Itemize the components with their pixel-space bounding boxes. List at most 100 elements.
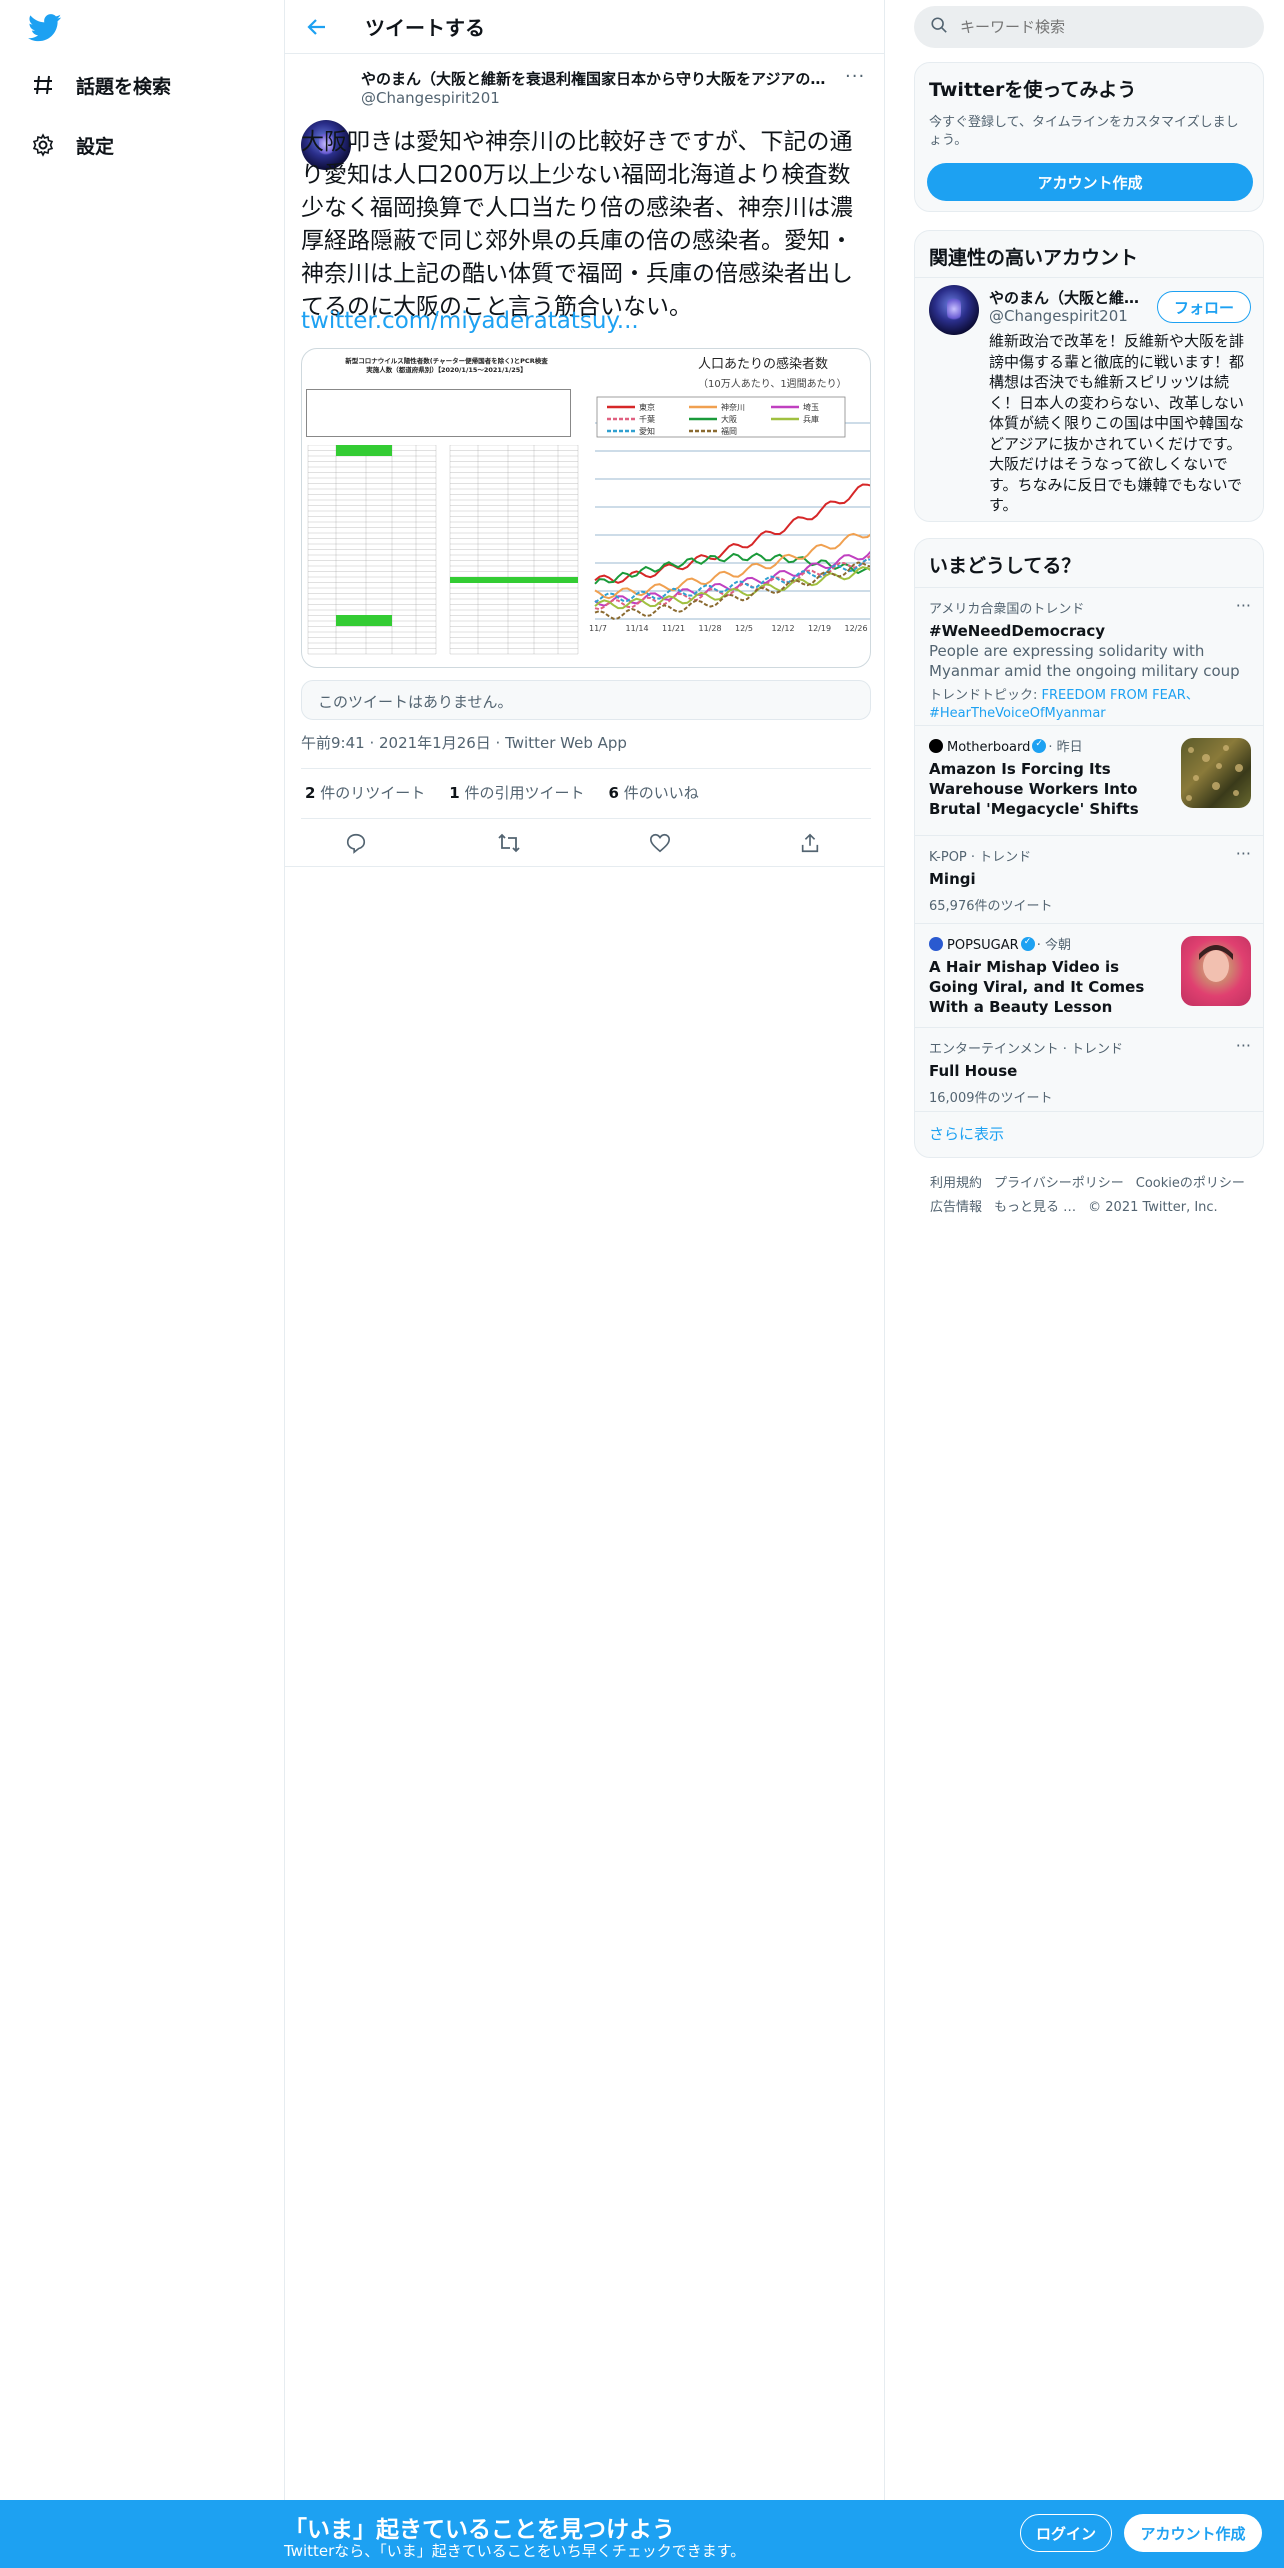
- quotes-label: 件の引用ツイート: [464, 784, 585, 802]
- trend-name: Mingi: [929, 870, 976, 888]
- search-input[interactable]: [960, 18, 1240, 36]
- trend-item[interactable]: K-POP · トレンド ··· Mingi 65,976件のツイート: [915, 835, 1263, 919]
- nav-settings[interactable]: 設定: [28, 117, 114, 173]
- nav-explore-label: 話題を検索: [76, 75, 172, 98]
- x-tick-label: 12/12: [772, 624, 795, 633]
- trend-description: People are expressing solidarity with My…: [929, 642, 1240, 680]
- trend-topics: トレンドトピック: FREEDOM FROM FEAR、#HearTheVoic…: [929, 687, 1251, 723]
- footer-copyright: © 2021 Twitter, Inc.: [1088, 1200, 1218, 1215]
- trend-item[interactable]: Motherboard · 昨日 Amazon Is Forcing Its Wa…: [915, 725, 1263, 825]
- search-icon: [930, 16, 948, 38]
- trend-headline: A Hair Mishap Video is Going Viral, and …: [929, 958, 1145, 1016]
- trend-source: Motherboard: [947, 740, 1031, 755]
- legend-label: 東京: [639, 402, 655, 412]
- trend-item[interactable]: POPSUGAR · 今朝 A Hair Mishap Video is Goin…: [915, 923, 1263, 1027]
- related-accounts-card: 関連性の高いアカウント やのまん（大阪と維… @Changespirit201 …: [914, 230, 1264, 522]
- footer-links: 利用規約 プライバシーポリシー Cookieのポリシー 広告情報 もっと見る … © 2…: [930, 1172, 1260, 1220]
- divider: [301, 768, 871, 769]
- share-icon[interactable]: [799, 832, 823, 856]
- twitter-logo-icon[interactable]: [28, 14, 62, 42]
- more-options-icon[interactable]: ···: [845, 66, 865, 87]
- retweets-label: 件のリツイート: [320, 784, 426, 802]
- like-icon[interactable]: [649, 832, 673, 856]
- author-name[interactable]: やのまん（大阪と維新を衰退利権国家日本から守り大阪をアジアの…: [361, 68, 831, 89]
- quote-unavailable: このツイートはありません。: [301, 680, 871, 720]
- trend-name: #WeNeedDemocracy: [929, 622, 1106, 640]
- x-tick-label: 12/19: [808, 624, 831, 633]
- more-options-icon[interactable]: ···: [1236, 1036, 1251, 1055]
- related-account-bio: 維新政治で改革を！反維新や大阪を誹謗中傷する輩と徹底的に戦います！都構想は否決で…: [989, 332, 1245, 514]
- footer-link-cookies[interactable]: Cookieのポリシー: [1136, 1176, 1245, 1191]
- legend-label: 兵庫: [803, 414, 819, 424]
- trend-headline: Amazon Is Forcing Its Warehouse Workers …: [929, 760, 1139, 818]
- x-tick-label: 11/7: [589, 624, 607, 633]
- trend-item[interactable]: アメリカ合衆国のトレンド ··· #WeNeedDemocracy People…: [915, 587, 1263, 721]
- signup-card-subtitle: 今すぐ登録して、タイムラインをカスタマイズしましょう。: [929, 115, 1239, 148]
- bottom-bar-subtitle: Twitterなら、「いま」起きていることをいち早くチェックできます。: [284, 2542, 746, 2560]
- tweet-timestamp[interactable]: 午前9:41 · 2021年1月26日 · Twitter Web App: [301, 732, 627, 753]
- likes-label: 件のいいね: [623, 784, 699, 802]
- tweet-link[interactable]: twitter.com/miyaderatatsuy...: [301, 308, 639, 334]
- avatar[interactable]: [929, 285, 979, 335]
- footer-link-privacy[interactable]: プライバシーポリシー: [994, 1176, 1124, 1191]
- page-header: ツイートする: [285, 0, 884, 54]
- retweets-count: 2: [305, 784, 316, 802]
- trend-time: · 今朝: [1036, 938, 1071, 953]
- nav-explore[interactable]: 話題を検索: [28, 57, 171, 113]
- likes-stat[interactable]: 6 件のいいね: [608, 782, 698, 803]
- related-account-handle[interactable]: @Changespirit201: [989, 307, 1128, 325]
- x-tick-label: 11/21: [662, 624, 685, 633]
- media-chart-title: 人口あたりの感染者数: [698, 357, 829, 372]
- gear-icon: [28, 130, 58, 160]
- main-column: ツイートする やのまん（大阪と維新を衰退利権国家日本から守り大阪をアジアの… @…: [284, 0, 885, 2500]
- legend-label: 大阪: [721, 414, 737, 424]
- bottom-signup-bar: 「いま」起きていることを見つけよう Twitterなら、「いま」起きていることを…: [0, 2500, 1284, 2568]
- retweets-stat[interactable]: 2 件のリツイート: [305, 782, 425, 803]
- trend-tweet-count: 65,976件のツイート: [929, 899, 1053, 914]
- tweet-text: 大阪叩きは愛知や神奈川の比較好きですが、下記の通り愛知は人口200万以上少ない福…: [301, 129, 853, 320]
- trend-item[interactable]: エンターテインメント · トレンド ··· Full House 16,009件…: [915, 1027, 1263, 1111]
- legend-label: 神奈川: [721, 402, 745, 412]
- legend-label: 埼玉: [803, 402, 819, 412]
- x-tick-label: 11/28: [699, 624, 722, 633]
- related-account-name[interactable]: やのまん（大阪と維…: [989, 287, 1139, 308]
- legend-label: 愛知: [639, 426, 655, 436]
- legend-label: 千葉: [639, 414, 655, 424]
- author-handle[interactable]: @Changespirit201: [361, 89, 500, 107]
- reply-icon[interactable]: [345, 832, 369, 856]
- footer-link-more[interactable]: もっと見る …: [994, 1200, 1076, 1215]
- x-tick-label: 11/14: [626, 624, 649, 633]
- quotes-stat[interactable]: 1 件の引用ツイート: [449, 782, 584, 803]
- retweet-icon[interactable]: [497, 832, 521, 856]
- hashtag-icon: [28, 70, 58, 100]
- trends-card-title: いまどうしてる？: [929, 555, 1081, 577]
- trend-topics-label: トレンドトピック:: [929, 688, 1042, 703]
- signup-card: Twitterを使ってみよう 今すぐ登録して、タイムラインをカスタマイズしましょ…: [914, 62, 1264, 212]
- quotes-count: 1: [449, 784, 460, 802]
- footer-link-terms[interactable]: 利用規約: [930, 1176, 982, 1191]
- create-account-button[interactable]: アカウント作成: [927, 163, 1253, 201]
- bottom-bar-title: 「いま」起きていることを見つけよう: [284, 2517, 675, 2543]
- search-box[interactable]: [914, 6, 1264, 48]
- media-table-graphic: [307, 445, 579, 655]
- trend-time: · 昨日: [1048, 740, 1083, 755]
- news-thumbnail-image: [1181, 738, 1251, 808]
- verified-badge-icon: [1032, 739, 1047, 753]
- tweet-stats: 2 件のリツイート 1 件の引用ツイート 6 件のいいね: [305, 782, 699, 803]
- trend-context: K-POP · トレンド: [929, 850, 1032, 865]
- login-button[interactable]: ログイン: [1020, 2514, 1112, 2552]
- motherboard-icon: [929, 739, 943, 753]
- page-title: ツイートする: [365, 16, 485, 40]
- back-arrow-icon[interactable]: [307, 14, 333, 40]
- trend-context: アメリカ合衆国のトレンド: [929, 602, 1085, 617]
- follow-button[interactable]: フォロー: [1157, 291, 1251, 323]
- tweet-actions: [285, 826, 885, 862]
- signup-button[interactable]: アカウント作成: [1124, 2514, 1262, 2552]
- more-options-icon[interactable]: ···: [1236, 844, 1251, 863]
- trend-name: Full House: [929, 1062, 1018, 1080]
- show-more-link[interactable]: さらに表示: [929, 1123, 1004, 1144]
- tweet-media-image[interactable]: 新型コロナウイルス陽性者数(チャーター便帰国者を除く)とPCR検査 実施人数（都…: [301, 348, 871, 668]
- footer-link-ads[interactable]: 広告情報: [930, 1200, 982, 1215]
- x-tick-label: 12/26: [845, 624, 868, 633]
- more-options-icon[interactable]: ···: [1236, 596, 1251, 615]
